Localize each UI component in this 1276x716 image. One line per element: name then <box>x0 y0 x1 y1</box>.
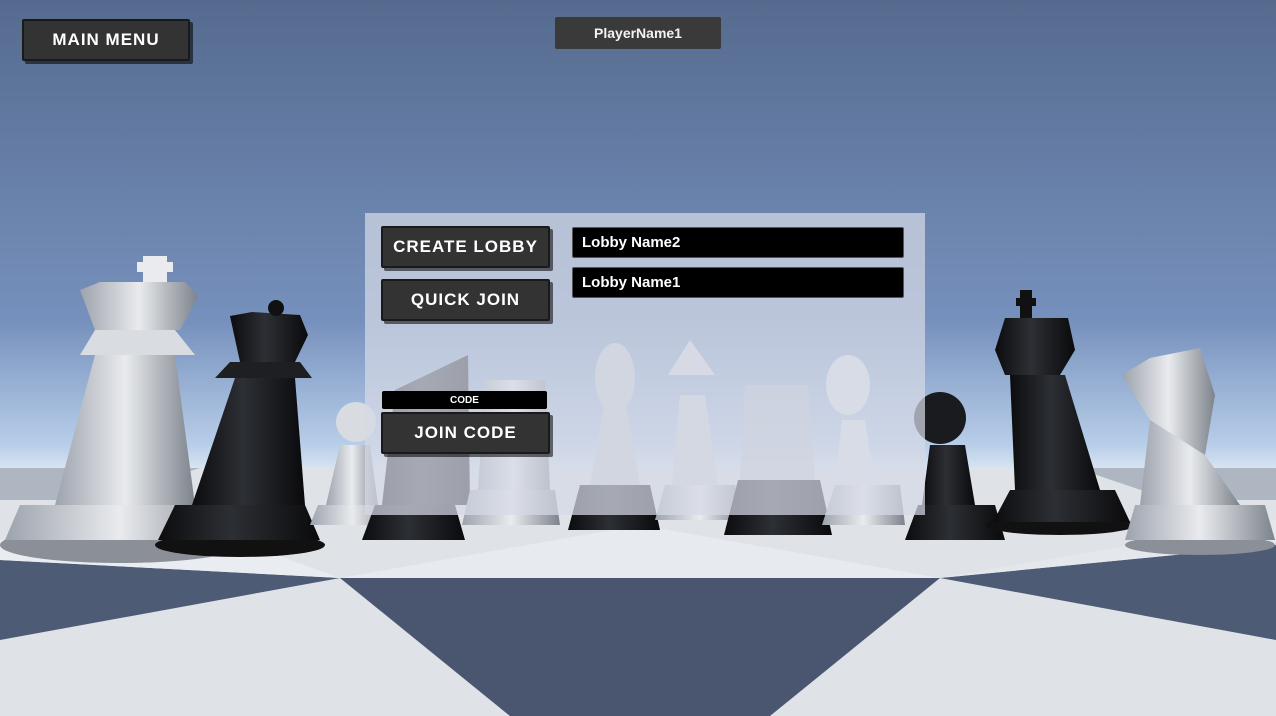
main-menu-button[interactable]: MAIN MENU <box>22 19 190 61</box>
player-name-label: PlayerName1 <box>555 17 721 49</box>
lobby-list-item[interactable]: Lobby Name2 <box>572 227 904 258</box>
quick-join-button[interactable]: QUICK JOIN <box>381 279 550 321</box>
join-code-button[interactable]: JOIN CODE <box>381 412 550 454</box>
create-lobby-button[interactable]: CREATE LOBBY <box>381 226 550 268</box>
lobby-list-item[interactable]: Lobby Name1 <box>572 267 904 298</box>
lobby-code-input[interactable] <box>382 391 547 409</box>
lobby-panel: CREATE LOBBY QUICK JOIN JOIN CODE Lobby … <box>365 213 925 515</box>
